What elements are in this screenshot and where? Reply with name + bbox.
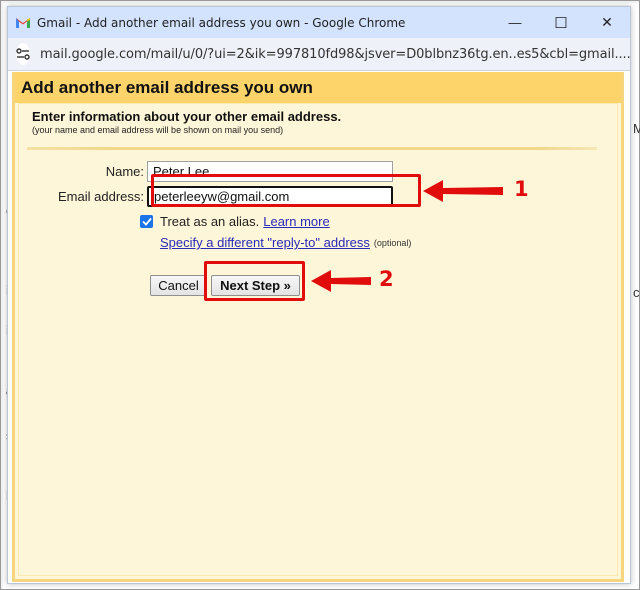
dialog-header: Add another email address you own [15,72,621,103]
alias-checkbox[interactable] [140,215,153,228]
reply-to-link[interactable]: Specify a different "reply-to" address [160,235,370,250]
maximize-icon: ☐ [554,14,568,32]
step1-highlight-box [151,174,421,207]
step2-number: 2 [379,267,394,291]
minimize-icon: — [508,15,522,30]
alias-row: Treat as an alias. Learn more [140,214,330,229]
maximize-button[interactable]: ☐ [538,7,584,38]
popup-content: Add another email address you own Enter … [8,72,630,583]
add-email-dialog: Add another email address you own Enter … [12,72,624,582]
title-bar[interactable]: Gmail - Add another email address you ow… [8,7,630,38]
tune-icon [16,48,30,60]
address-bar[interactable]: mail.google.com/mail/u/0/?ui=2&ik=997810… [8,38,631,71]
learn-more-link[interactable]: Learn more [263,214,329,229]
minimize-button[interactable]: — [492,7,538,38]
optional-label: (optional) [373,237,412,248]
dialog-title: Add another email address you own [21,77,313,97]
url-text[interactable]: mail.google.com/mail/u/0/?ui=2&ik=997810… [40,47,631,62]
name-label: Name: [105,164,144,179]
window-title: Gmail - Add another email address you ow… [37,15,406,30]
checkmark-icon [141,217,152,226]
step1-arrow-icon [423,180,503,202]
section-divider [27,147,597,150]
info-subtitle: (your name and email address will be sho… [32,125,284,135]
chrome-popup-window: Gmail - Add another email address you ow… [7,6,631,584]
step2-arrow-icon [311,270,371,292]
close-button[interactable]: ✕ [584,7,630,38]
info-section: Enter information about your other email… [19,104,617,135]
step1-number: 1 [514,177,529,201]
close-icon: ✕ [601,14,613,30]
screenshot-frame: c i il a s l M c Gmail - Add another ema… [0,0,640,590]
cancel-button[interactable]: Cancel [150,275,207,296]
background-text-fragment: M [633,121,640,136]
email-label: Email address: [58,189,144,204]
reply-to-row: Specify a different "reply-to" address (… [160,235,411,250]
window-controls: — ☐ ✕ [492,7,630,38]
step2-highlight-box [204,261,305,301]
background-text-fragment: c [633,285,640,300]
info-title: Enter information about your other email… [32,109,342,124]
gmail-logo-icon [16,18,30,28]
alias-label: Treat as an alias. [160,214,260,229]
site-info-button[interactable] [16,43,30,65]
